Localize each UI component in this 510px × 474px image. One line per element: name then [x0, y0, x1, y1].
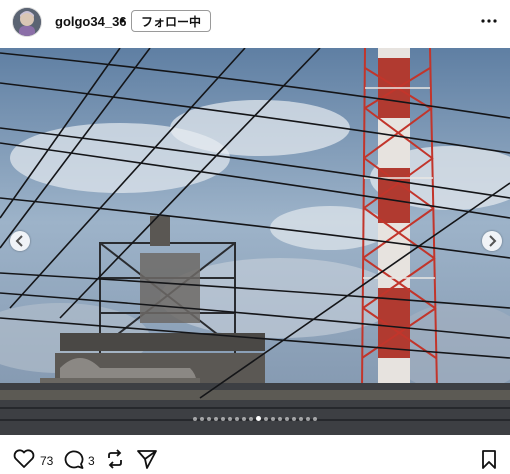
carousel-dot [242, 416, 246, 421]
more-horizontal-icon[interactable] [480, 12, 498, 30]
carousel-dot [235, 416, 239, 421]
carousel-dot [193, 416, 197, 421]
carousel-dot [306, 416, 310, 421]
carousel-dot [292, 416, 296, 421]
carousel-dot [299, 416, 303, 421]
carousel-dot [228, 416, 232, 421]
separator-dot: • [120, 12, 125, 28]
bookmark-icon[interactable] [480, 449, 498, 474]
carousel-dot [249, 416, 253, 421]
send-icon[interactable] [136, 449, 158, 474]
repost-icon[interactable] [104, 449, 126, 474]
carousel-dot [221, 416, 225, 421]
carousel-dot [271, 416, 275, 421]
comment-count[interactable]: 3 [88, 454, 95, 468]
chevron-right-icon[interactable] [482, 231, 502, 251]
post-image[interactable] [0, 48, 510, 435]
carousel-indicator [0, 416, 510, 424]
carousel-dot [278, 416, 282, 421]
avatar[interactable] [13, 8, 41, 36]
carousel-dot [264, 416, 268, 421]
post-actions: 73 3 [0, 440, 510, 471]
carousel-dot [200, 416, 204, 421]
chevron-left-icon[interactable] [10, 231, 30, 251]
carousel-dot [313, 416, 317, 421]
following-button[interactable]: フォロー中 [131, 10, 212, 32]
heart-icon[interactable] [13, 449, 35, 474]
username-link[interactable]: golgo34_36 [55, 14, 127, 29]
carousel-dot [285, 416, 289, 421]
like-count[interactable]: 73 [40, 454, 53, 468]
carousel-dot [207, 416, 211, 421]
carousel-dot [214, 416, 218, 421]
carousel-dot [256, 416, 261, 421]
post-header: golgo34_36 • フォロー中 [0, 0, 510, 46]
comment-icon[interactable] [63, 449, 85, 474]
